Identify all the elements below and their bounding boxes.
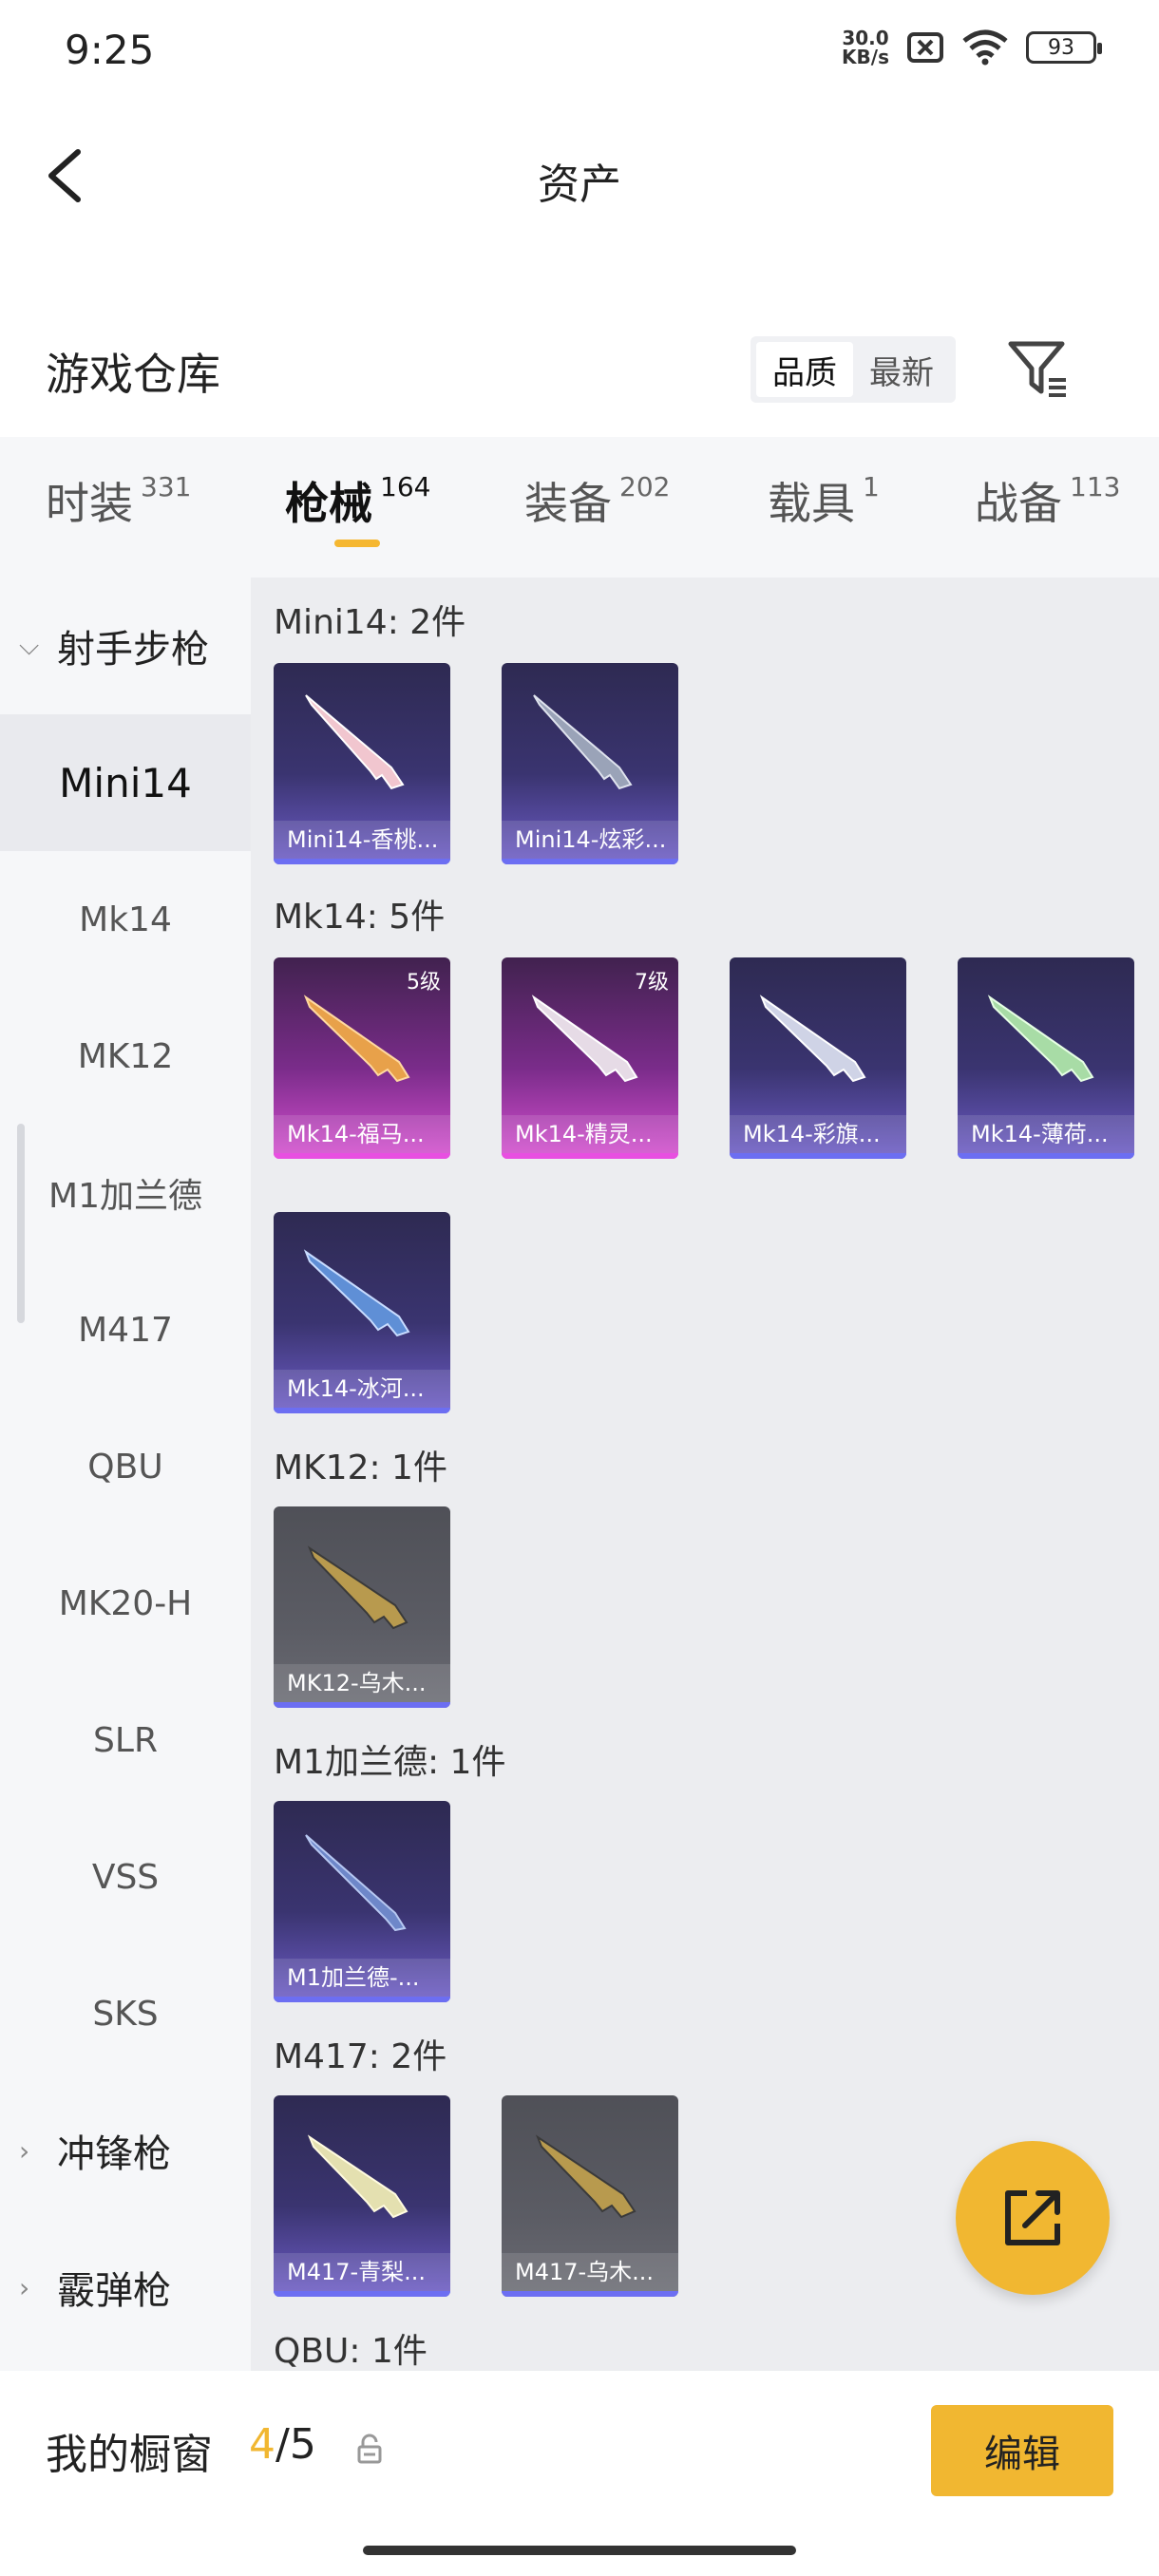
edit-button[interactable]: 编辑: [931, 2405, 1113, 2496]
status-icons: 30.0 KB/s 93: [842, 27, 1102, 68]
showcase-bar: 我的橱窗 4/5 编辑: [0, 2371, 1159, 2576]
tab-equipment[interactable]: 装备 202: [524, 469, 670, 532]
chevron-right-icon: ›: [19, 2271, 30, 2303]
rifle-skin-icon: [531, 994, 638, 1083]
sort-toggle: 品质 最新: [750, 336, 956, 403]
group-title-mk12: MK12: 1件: [274, 1449, 447, 1487]
tab-supplies[interactable]: 战备 113: [975, 469, 1120, 532]
rarity-bar: [502, 1153, 678, 1159]
share-button[interactable]: [956, 2141, 1110, 2295]
chevron-right-icon: ›: [19, 2134, 30, 2167]
sidebar-item-mk14[interactable]: Mk14: [0, 851, 251, 988]
showcase-count: 4/5: [249, 2420, 316, 2469]
sidebar-item-mk12[interactable]: MK12: [0, 988, 251, 1125]
rarity-bar: [274, 1408, 450, 1413]
battery-indicator: 93: [1026, 31, 1102, 64]
home-indicator[interactable]: [363, 2546, 796, 2555]
page-title: 资产: [538, 161, 621, 209]
weapon-grid: Mini14: 2件 Mini14-香桃... Mini14-炫彩... Mk1…: [251, 578, 1159, 2371]
sidebar-item-slr[interactable]: SLR: [0, 1672, 251, 1809]
rifle-skin-icon: [759, 994, 866, 1083]
section-row: 游戏仓库 品质 最新: [0, 323, 1159, 418]
status-time: 9:25: [65, 27, 155, 73]
rarity-bar: [502, 859, 678, 864]
group-title-mini14: Mini14: 2件: [274, 603, 466, 642]
weapon-card[interactable]: Mini14-炫彩...: [502, 663, 678, 864]
wifi-icon: [962, 29, 1008, 66]
section-title: 游戏仓库: [46, 349, 220, 400]
sidebar-group-marksman-rifles[interactable]: ⌵ 射手步枪: [0, 578, 251, 714]
group-title-m1-garand: M1加兰德: 1件: [274, 1743, 506, 1782]
sort-by-quality[interactable]: 品质: [756, 342, 853, 397]
sidebar-item-m417[interactable]: M417: [0, 1261, 251, 1398]
weapon-card[interactable]: MK12-乌木...: [274, 1506, 450, 1708]
weapon-card[interactable]: M417-乌木...: [502, 2095, 678, 2297]
sidebar-item-mini14[interactable]: Mini14: [0, 714, 251, 851]
rarity-bar: [730, 1153, 906, 1159]
rifle-skin-icon: [307, 2134, 408, 2219]
rarity-bar: [274, 859, 450, 864]
weapon-card[interactable]: 7级 Mk14-精灵...: [502, 957, 678, 1159]
rarity-bar: [502, 2291, 678, 2297]
weapon-card[interactable]: 5级 Mk14-福马...: [274, 957, 450, 1159]
sim-disabled-icon: [907, 32, 943, 63]
group-title-qbu: QBU: 1件: [274, 2332, 428, 2371]
weapon-card[interactable]: Mk14-冰河...: [274, 1212, 450, 1413]
rifle-skin-icon: [305, 694, 405, 790]
weapon-card[interactable]: Mk14-薄荷...: [958, 957, 1134, 1159]
network-speed: 30.0 KB/s: [842, 27, 889, 68]
tab-vehicles[interactable]: 载具 1: [768, 469, 880, 532]
filter-icon: [1008, 341, 1066, 397]
tab-firearms[interactable]: 枪械 164: [285, 469, 430, 532]
weapon-card[interactable]: M417-青梨...: [274, 2095, 450, 2297]
filter-button[interactable]: [1005, 336, 1072, 403]
sidebar-item-qbu[interactable]: QBU: [0, 1398, 251, 1535]
weapon-card[interactable]: Mini14-香桃...: [274, 663, 450, 864]
rarity-bar: [958, 1153, 1134, 1159]
chevron-down-icon: ⌵: [19, 630, 40, 661]
rifle-skin-icon: [535, 2134, 636, 2219]
rarity-bar: [274, 1997, 450, 2002]
weapon-card[interactable]: Mk14-彩旗...: [730, 957, 906, 1159]
group-title-mk14: Mk14: 5件: [274, 898, 446, 937]
rarity-bar: [274, 1153, 450, 1159]
rifle-skin-icon: [533, 694, 633, 790]
active-tab-indicator: [334, 540, 380, 547]
rifle-skin-icon: [987, 994, 1094, 1083]
header: 资产: [0, 123, 1159, 228]
rifle-skin-icon: [307, 1545, 408, 1630]
tab-fashion[interactable]: 时装 331: [46, 469, 191, 532]
rifle-skin-icon: [305, 1834, 407, 1932]
weapon-sidebar: ⌵ 射手步枪 Mini14 Mk14 MK12 M1加兰德 M417 QBU M…: [0, 578, 251, 2371]
sidebar-scrollbar[interactable]: [17, 1124, 25, 1323]
rarity-bar: [274, 1702, 450, 1708]
sidebar-item-m1-garand[interactable]: M1加兰德: [0, 1125, 251, 1261]
sidebar-item-vss[interactable]: VSS: [0, 1809, 251, 1945]
sidebar-item-sks[interactable]: SKS: [0, 1945, 251, 2082]
lock-icon: [357, 2434, 382, 2464]
sidebar-group-smg[interactable]: › 冲锋枪: [0, 2082, 251, 2219]
weapon-card[interactable]: M1加兰德-...: [274, 1801, 450, 2002]
share-icon: [1005, 2190, 1060, 2245]
showcase-label: 我的橱窗: [46, 2431, 213, 2479]
rifle-skin-icon: [303, 994, 410, 1083]
sort-by-newest[interactable]: 最新: [853, 342, 950, 397]
group-title-m417: M417: 2件: [274, 2037, 447, 2076]
sidebar-group-shotguns[interactable]: › 霰弹枪: [0, 2219, 251, 2356]
status-bar: 9:25 30.0 KB/s 93: [0, 0, 1159, 104]
sidebar-item-mk20h[interactable]: MK20-H: [0, 1535, 251, 1672]
rarity-bar: [274, 2291, 450, 2297]
rifle-skin-icon: [303, 1249, 410, 1337]
category-tabs: 时装 331 枪械 164 装备 202 载具 1 战备 113: [0, 437, 1159, 578]
